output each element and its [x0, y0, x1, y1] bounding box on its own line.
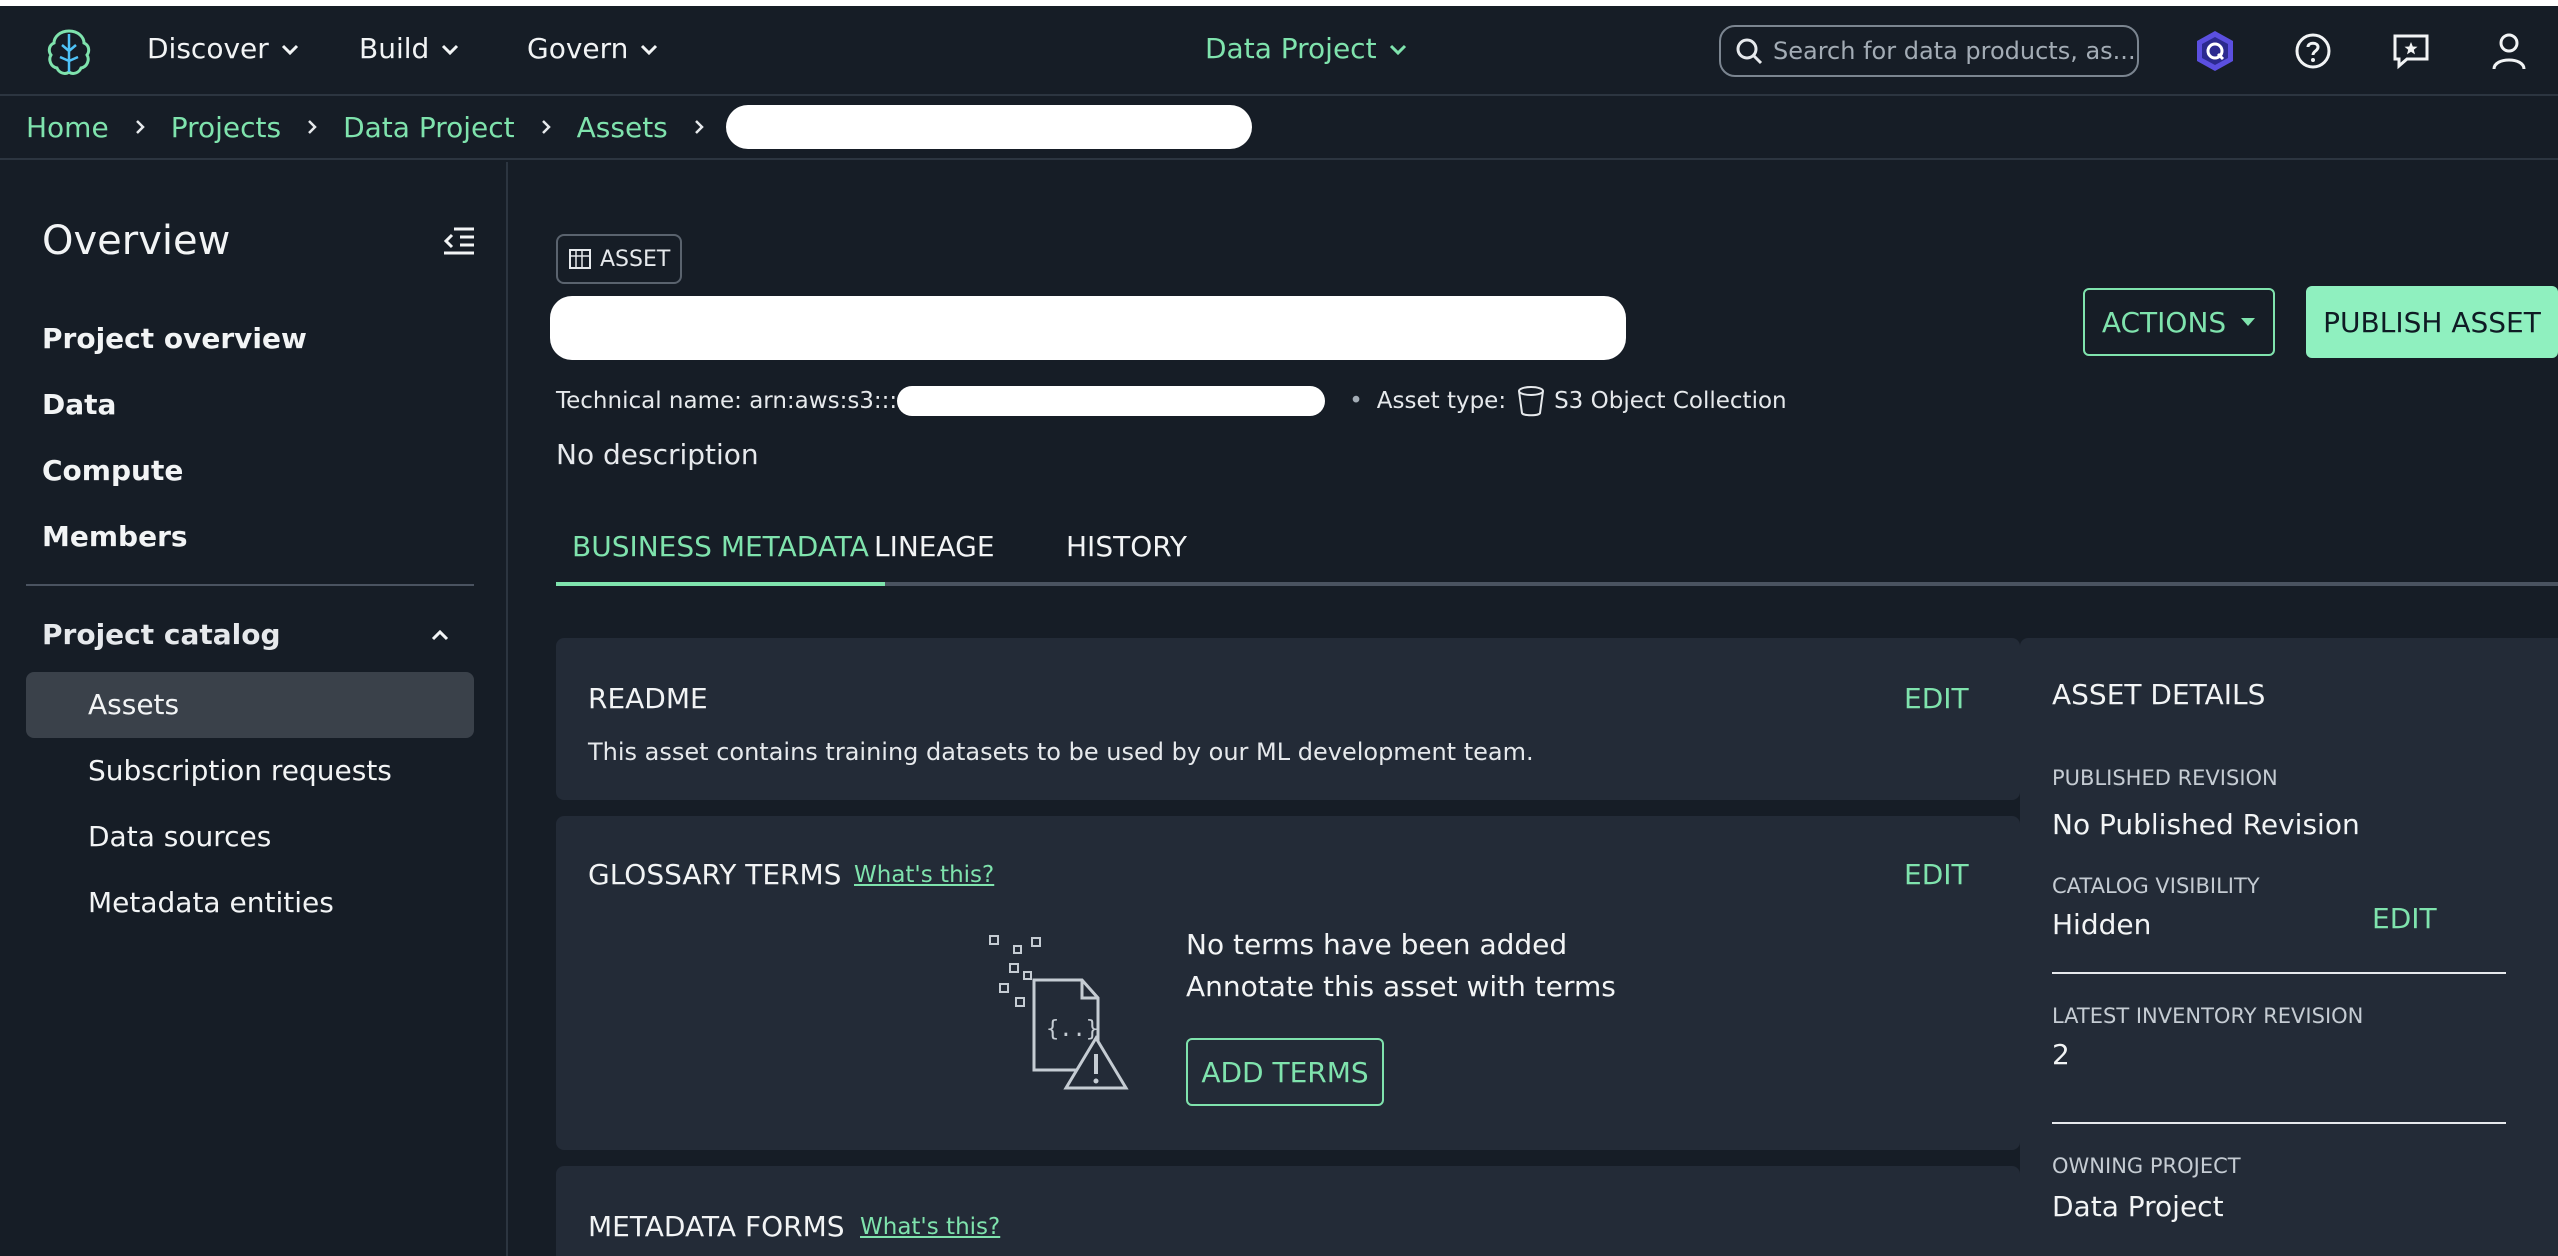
asset-type-label: Asset type: [1376, 388, 1507, 414]
asset-description: No description [556, 438, 759, 471]
glossary-edit-button[interactable]: EDIT [1904, 858, 1969, 891]
sidebar-item-assets[interactable]: Assets [88, 688, 179, 721]
redacted-asset-name [725, 105, 1252, 149]
main-content: ASSET Technical name: arn:aws:s3::: • As… [510, 162, 2558, 1256]
published-revision-label: PUBLISHED REVISION [2052, 766, 2278, 790]
owning-project-label: OWNING PROJECT [2052, 1154, 2241, 1178]
publish-asset-button[interactable]: PUBLISH ASSET [2306, 286, 2558, 358]
chevron-right-icon [135, 120, 145, 134]
sidebar-item-data[interactable]: Data [42, 388, 116, 421]
details-divider [2052, 1122, 2506, 1124]
chevron-down-icon [281, 44, 298, 55]
chevron-right-icon [694, 120, 704, 134]
tab-lineage[interactable]: LINEAGE [874, 530, 995, 586]
project-catalog-label: Project catalog [42, 618, 281, 651]
glossary-whats-this-link[interactable]: What's this? [854, 862, 994, 888]
sidebar-item-compute[interactable]: Compute [42, 454, 183, 487]
asset-type-value: S3 Object Collection [1554, 388, 1787, 414]
table-icon [569, 249, 591, 269]
sidebar: Overview Project overview Data Compute M… [0, 162, 508, 1256]
nav-govern[interactable]: Govern [527, 32, 660, 65]
tab-business-metadata[interactable]: BUSINESS METADATA [556, 530, 885, 586]
catalog-visibility-value: Hidden [2052, 908, 2152, 941]
amazon-q-icon[interactable] [2192, 28, 2238, 74]
bucket-icon [1518, 386, 1545, 417]
asset-type-chip: ASSET [556, 234, 683, 284]
chevron-right-icon [308, 120, 317, 134]
sidebar-item-data-sources[interactable]: Data sources [88, 820, 271, 853]
metadata-forms-whats-this-link[interactable]: What's this? [860, 1214, 1000, 1240]
technical-name-label: Technical name: arn:aws:s3::: [556, 388, 898, 414]
add-terms-label: ADD TERMS [1201, 1055, 1369, 1089]
glossary-empty-title: No terms have been added [1186, 928, 1568, 961]
user-icon[interactable] [2486, 28, 2532, 74]
redacted-technical-name [897, 386, 1326, 416]
readme-title: README [588, 682, 708, 715]
chevron-up-icon [431, 629, 449, 640]
actions-button-label: ACTIONS [2101, 305, 2227, 339]
nav-discover[interactable]: Discover [147, 32, 301, 65]
glossary-terms-title: GLOSSARY TERMS [588, 858, 842, 891]
breadcrumb-projects[interactable]: Projects [171, 111, 281, 144]
asset-details-panel: ASSET DETAILS PUBLISHED REVISION No Publ… [2020, 638, 2558, 1256]
breadcrumb-home[interactable]: Home [26, 111, 109, 144]
details-divider [2052, 972, 2506, 974]
nav-build[interactable]: Build [359, 32, 461, 65]
nav-build-label: Build [359, 32, 430, 65]
technical-name-line: Technical name: arn:aws:s3::: • Asset ty… [556, 384, 1787, 418]
project-switcher-label: Data Project [1205, 32, 1377, 65]
search-box[interactable] [1719, 25, 2139, 77]
collapse-sidebar-icon[interactable] [440, 222, 476, 258]
sidebar-item-members[interactable]: Members [42, 520, 188, 553]
readme-edit-button[interactable]: EDIT [1904, 682, 1969, 715]
readme-panel: README EDIT This asset contains training… [556, 638, 2020, 800]
sidebar-item-subscription-requests[interactable]: Subscription requests [88, 754, 392, 787]
chevron-right-icon [541, 120, 551, 134]
nav-discover-label: Discover [147, 32, 269, 65]
empty-document-warning-icon: {..} [989, 935, 1129, 1090]
catalog-visibility-label: CATALOG VISIBILITY [2052, 874, 2260, 898]
svg-text:{..}: {..} [1046, 1017, 1099, 1042]
latest-inventory-revision-label: LATEST INVENTORY REVISION [2052, 1004, 2364, 1028]
actions-dropdown-button[interactable]: ACTIONS [2083, 288, 2275, 356]
breadcrumb: Home Projects Data Project Assets [0, 96, 2558, 160]
sidebar-item-metadata-entities[interactable]: Metadata entities [88, 886, 334, 919]
owning-project-value: Data Project [2052, 1190, 2224, 1223]
sidebar-item-project-overview[interactable]: Project overview [42, 322, 307, 355]
latest-inventory-revision-value: 2 [2052, 1038, 2070, 1071]
chevron-down-icon [641, 44, 658, 55]
glossary-terms-panel: GLOSSARY TERMS What's this? EDIT {..} No… [556, 816, 2020, 1150]
tab-history[interactable]: HISTORY [1066, 530, 1187, 586]
add-terms-button[interactable]: ADD TERMS [1186, 1038, 1384, 1106]
nav-govern-label: Govern [527, 32, 629, 65]
readme-text: This asset contains training datasets to… [588, 738, 1534, 766]
breadcrumb-assets[interactable]: Assets [577, 111, 668, 144]
asset-type-chip-label: ASSET [600, 246, 671, 272]
tab-bar: BUSINESS METADATA LINEAGE HISTORY [556, 530, 2558, 586]
sidebar-divider [26, 584, 474, 586]
top-navigation-bar: Discover Build Govern Data Project [0, 6, 2558, 96]
chevron-down-icon [1389, 44, 1406, 55]
asset-details-title: ASSET DETAILS [2052, 678, 2266, 711]
search-icon [1736, 38, 1763, 65]
chevron-down-icon [442, 44, 459, 55]
glossary-empty-subtitle: Annotate this asset with terms [1186, 970, 1616, 1003]
sidebar-title: Overview [42, 218, 231, 264]
search-input[interactable] [1773, 37, 2137, 65]
caret-down-icon [2241, 318, 2256, 326]
metadata-forms-panel: METADATA FORMS What's this? [556, 1166, 2020, 1256]
feedback-icon[interactable] [2388, 28, 2434, 74]
publish-asset-label: PUBLISH ASSET [2323, 305, 2541, 339]
catalog-visibility-edit-button[interactable]: EDIT [2372, 902, 2437, 935]
separator-dot: • [1349, 388, 1363, 414]
breadcrumb-data-project[interactable]: Data Project [343, 111, 515, 144]
published-revision-value: No Published Revision [2052, 808, 2360, 841]
app-logo-icon[interactable] [42, 25, 96, 79]
redacted-asset-title [550, 296, 1626, 360]
project-catalog-toggle[interactable]: Project catalog [42, 618, 452, 651]
metadata-forms-title: METADATA FORMS [588, 1210, 845, 1243]
help-icon[interactable] [2290, 28, 2336, 74]
project-switcher[interactable]: Data Project [1205, 32, 1409, 65]
